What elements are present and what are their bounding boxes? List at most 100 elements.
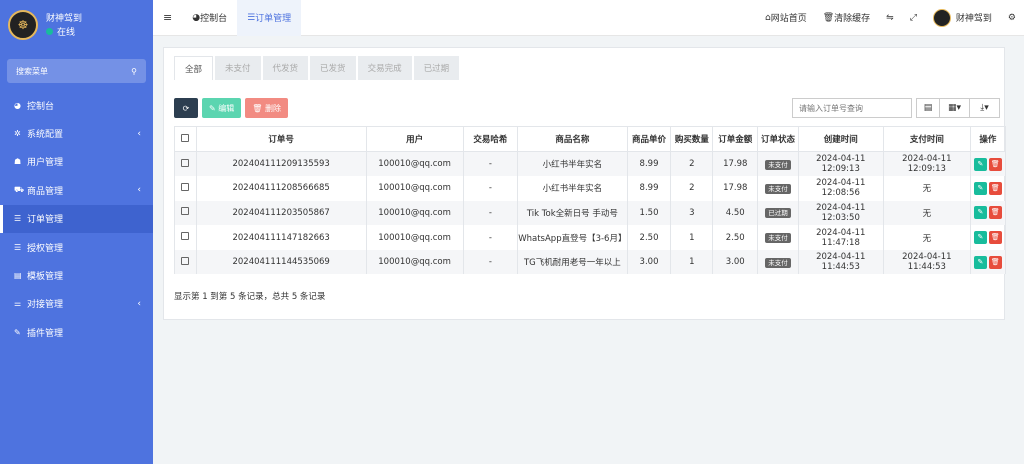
menu-toggle-icon[interactable]: ≡ bbox=[153, 0, 182, 36]
edit-row-button[interactable]: ✎ bbox=[973, 157, 987, 171]
row-checkbox[interactable] bbox=[174, 200, 197, 226]
table-cell: 100010@qq.com bbox=[365, 176, 464, 201]
status-tab[interactable]: 未支付 bbox=[215, 56, 261, 80]
column-header: 订单状态 bbox=[757, 126, 799, 152]
sidebar-item[interactable]: ▤ 模板管理 bbox=[0, 261, 153, 289]
refresh-button[interactable]: ⟳ bbox=[174, 98, 198, 118]
translate-icon[interactable]: ⇋ bbox=[878, 0, 902, 36]
clear-cache-button[interactable]: 🗑 清除缓存 bbox=[815, 0, 878, 36]
table-cell: 2024-04-11 12:09:13 bbox=[797, 151, 884, 177]
top-tabs: ◕ 控制台 ☰ 订单管理 bbox=[182, 0, 302, 36]
column-header: 支付时间 bbox=[882, 126, 971, 152]
toggle-view-button[interactable]: ▤ bbox=[916, 98, 940, 118]
table-cell: 无 bbox=[882, 176, 971, 201]
delete-row-button[interactable]: 🗑 bbox=[988, 181, 1002, 195]
user-icon: ☗ bbox=[14, 157, 22, 167]
status-tab[interactable]: 交易完成 bbox=[357, 56, 412, 80]
sidebar-item[interactable]: ✲ 系统配置 ‹ bbox=[0, 119, 153, 147]
edit-row-button[interactable]: ✎ bbox=[973, 255, 987, 269]
status-tab[interactable]: 全部 bbox=[174, 56, 214, 80]
menu-search-input[interactable]: 搜索菜单 ⚲ bbox=[7, 59, 146, 83]
export-button[interactable]: ⤓▾ bbox=[970, 98, 1000, 118]
sidebar-item-label: 订单管理 bbox=[27, 215, 64, 226]
cart-icon: ⛟ bbox=[14, 185, 25, 195]
delete-button[interactable]: 🗑 删除 bbox=[245, 98, 288, 118]
plug-icon: ✎ bbox=[14, 327, 21, 337]
select-all-checkbox[interactable] bbox=[174, 126, 197, 152]
column-header: 商品单价 bbox=[626, 126, 672, 152]
sidebar-item[interactable]: ☗ 用户管理 bbox=[0, 148, 153, 176]
avatar bbox=[932, 8, 951, 27]
status-label: 在线 bbox=[57, 27, 76, 38]
status-badge: 已过期 bbox=[765, 208, 791, 219]
status-tab[interactable]: 代发货 bbox=[262, 56, 309, 80]
translate-icon: ⇋ bbox=[886, 12, 894, 23]
sidebar-item-label: 用户管理 bbox=[27, 158, 64, 169]
top-link-label: 财神驾到 bbox=[955, 14, 992, 24]
settings-gear-icon[interactable]: ⚙ bbox=[1000, 0, 1024, 36]
delete-row-button[interactable]: 🗑 bbox=[988, 157, 1002, 171]
table-row: 202404111208566685 100010@qq.com - 小红书半年实名 8… bbox=[174, 176, 1007, 201]
row-checkbox[interactable] bbox=[174, 249, 197, 275]
sidebar-item[interactable]: ☰ 授权管理 bbox=[0, 233, 153, 261]
chevron-left-icon: ‹ bbox=[137, 298, 141, 309]
table-cell: 未支付 bbox=[757, 176, 799, 201]
table-tools: ▤ ▦▾ ⤓▾ bbox=[916, 98, 1000, 118]
edit-row-button[interactable]: ✎ bbox=[973, 231, 987, 245]
menu-search-label: 搜索菜单 bbox=[16, 66, 48, 76]
table-cell: 17.98 bbox=[712, 176, 759, 201]
sidebar-item[interactable]: ⚌ 对接管理 ‹ bbox=[0, 290, 153, 318]
row-checkbox[interactable] bbox=[174, 225, 197, 250]
column-header: 用户 bbox=[365, 126, 464, 152]
row-checkbox[interactable] bbox=[174, 151, 197, 177]
table-cell: 1.50 bbox=[626, 200, 672, 226]
edit-row-button[interactable]: ✎ bbox=[973, 206, 987, 220]
row-actions: ✎ 🗑 bbox=[969, 151, 1007, 177]
order-search-input[interactable] bbox=[792, 98, 912, 118]
table-cell: 2024-04-11 12:08:56 bbox=[797, 176, 884, 201]
edit-row-button[interactable]: ✎ bbox=[973, 181, 987, 195]
top-tab[interactable]: ◕ 控制台 bbox=[182, 0, 237, 36]
top-tab[interactable]: ☰ 订单管理 bbox=[237, 0, 302, 36]
row-actions: ✎ 🗑 bbox=[969, 200, 1007, 226]
search-icon[interactable]: ⚲ bbox=[131, 67, 137, 76]
sidebar-item-label: 商品管理 bbox=[27, 186, 64, 197]
user-name: 财神驾到 bbox=[46, 13, 83, 24]
columns-button[interactable]: ▦▾ bbox=[940, 98, 970, 118]
avatar[interactable]: ☸ bbox=[8, 10, 38, 40]
table-cell: 202404111208566685 bbox=[195, 176, 367, 201]
table-row: 202404111144535069 100010@qq.com - TG飞机耐用老号… bbox=[174, 249, 1007, 275]
table-cell: - bbox=[462, 225, 519, 250]
table-body: 202404111209135593 100010@qq.com - 小红书半年实名 8… bbox=[174, 151, 1007, 275]
sidebar-item[interactable]: ☰ 订单管理 bbox=[0, 204, 153, 233]
edit-button[interactable]: ✎ 编辑 bbox=[202, 98, 242, 118]
template-icon: ▤ bbox=[14, 271, 22, 281]
sidebar-item[interactable]: ◕ 控制台 bbox=[0, 91, 153, 119]
table-cell: 8.99 bbox=[626, 176, 672, 201]
top-navbar: ≡ ◕ 控制台 ☰ 订单管理 ⌂ 网站首页 🗑 清除缓存 ⇋ ⤢ 财神驾到 ⚙ bbox=[153, 0, 1024, 36]
order-panel: 全部未支付代发货已发货交易完成已过期 ⟳ ✎ 编辑 🗑 删除 ▤ ▦▾ ⤓▾ 订… bbox=[163, 47, 1007, 320]
home-link[interactable]: ⌂ 网站首页 bbox=[757, 0, 815, 36]
settings-gear-icon: ⚙ bbox=[1007, 12, 1016, 23]
status-tabs: 全部 未支付 代发货 已发货 交易完成 已过期 bbox=[174, 56, 461, 80]
delete-row-button[interactable]: 🗑 bbox=[988, 255, 1002, 269]
table-row: 202404111147182663 100010@qq.com - WhatsApp… bbox=[174, 225, 1007, 250]
gear-icon: ✲ bbox=[14, 129, 21, 139]
table-cell: 4.50 bbox=[712, 200, 759, 226]
delete-row-button[interactable]: 🗑 bbox=[988, 231, 1002, 245]
trash-icon: 🗑 bbox=[822, 12, 835, 23]
sidebar-menu: ◕ 控制台 ✲ 系统配置 ‹ ☗ 用户管理 ⛟ 商品管理 ‹ ☰ 订单管理 ☰ 授权管理 ▤ 模板管理 ⚌ 对接管… bbox=[0, 91, 153, 347]
table-cell: - bbox=[462, 200, 519, 226]
row-checkbox[interactable] bbox=[174, 176, 197, 201]
sidebar-item-label: 控制台 bbox=[27, 101, 55, 112]
sidebar-item[interactable]: ⛟ 商品管理 ‹ bbox=[0, 176, 153, 204]
user-menu[interactable]: 财神驾到 bbox=[925, 0, 1000, 36]
online-dot-icon bbox=[46, 27, 53, 35]
sidebar-item[interactable]: ✎ 插件管理 bbox=[0, 318, 153, 346]
table-cell: 2024-04-11 11:47:18 bbox=[797, 225, 884, 250]
fullscreen-icon[interactable]: ⤢ bbox=[902, 0, 925, 36]
list-icon: ☰ bbox=[14, 214, 22, 224]
status-tab[interactable]: 已过期 bbox=[413, 56, 460, 80]
delete-row-button[interactable]: 🗑 bbox=[988, 206, 1002, 220]
status-tab[interactable]: 已发货 bbox=[310, 56, 356, 80]
